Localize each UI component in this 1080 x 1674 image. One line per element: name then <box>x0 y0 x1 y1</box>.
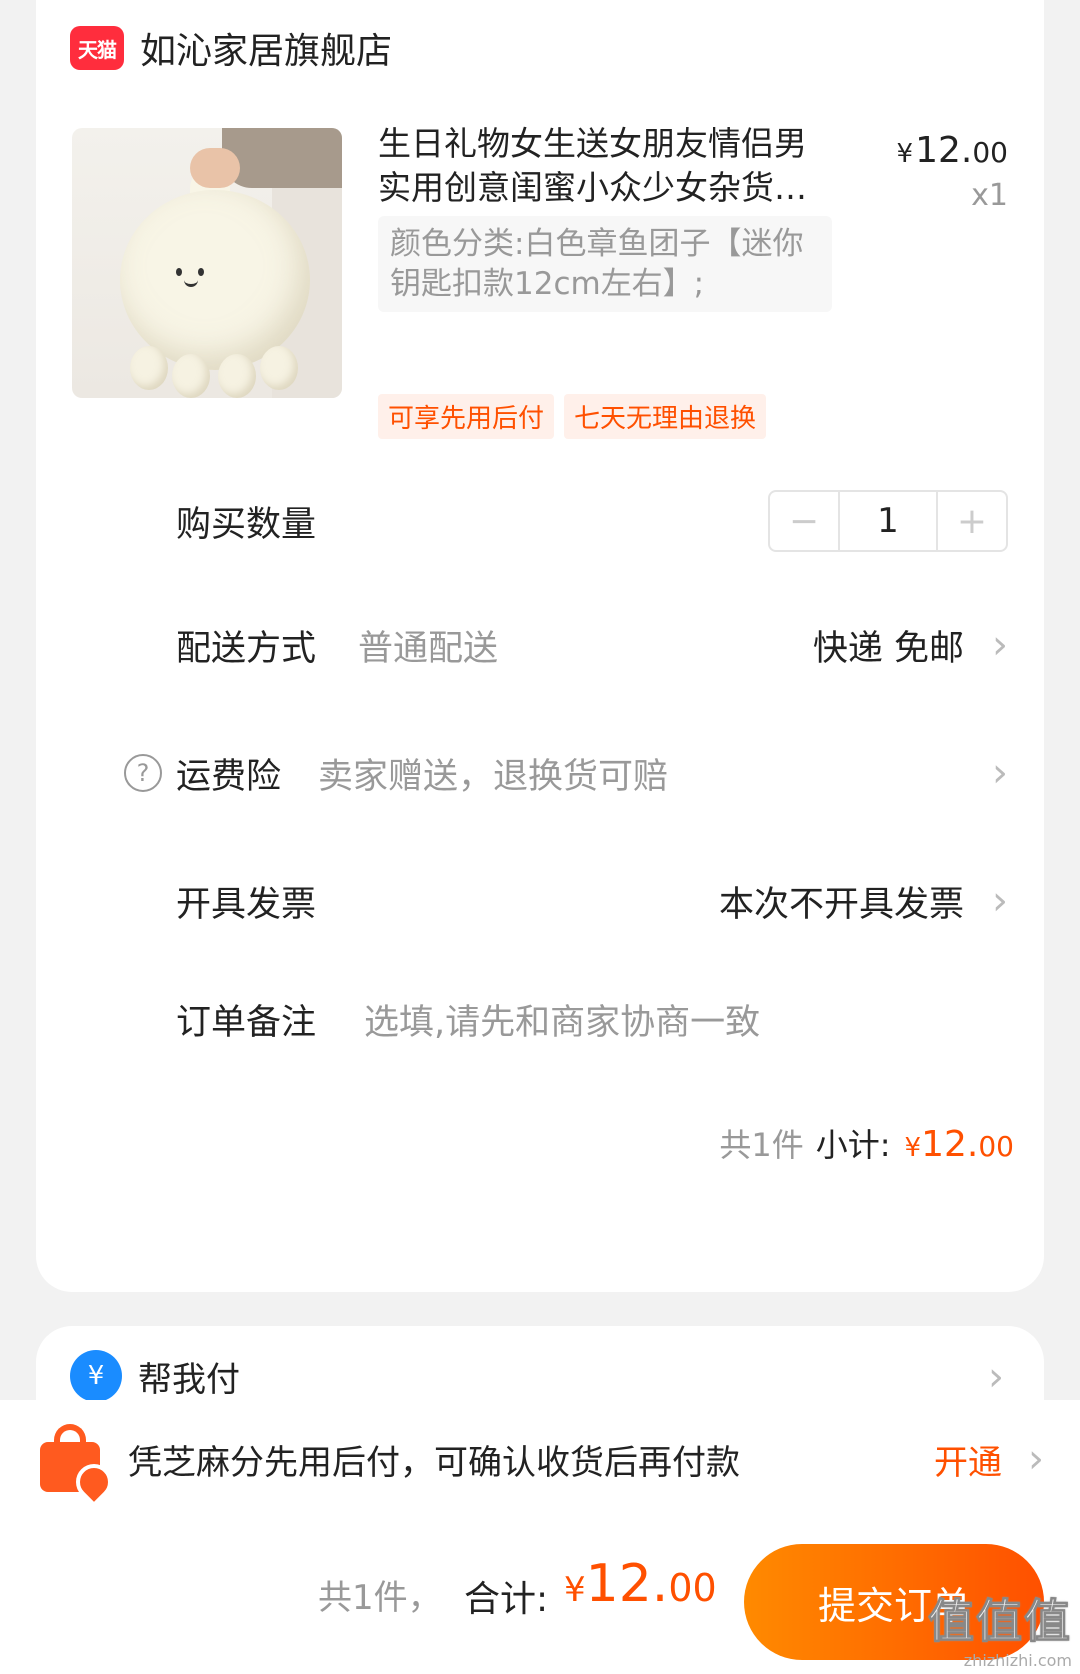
chevron-right-icon: › <box>1028 1436 1044 1482</box>
delivery-row[interactable]: 配送方式 普通配送 快递 免邮 › <box>176 610 1008 680</box>
invoice-value: 本次不开具发票 <box>718 884 964 925</box>
quantity-stepper[interactable]: − 1 + <box>768 490 1008 552</box>
note-row: 订单备注 选填,请先和商家协商一致 <box>176 984 1008 1054</box>
quantity-row: 购买数量 − 1 + <box>176 486 1008 556</box>
watermark: 值值值 zhizhizhi.com <box>928 1585 1073 1671</box>
total-count: 共1件， <box>318 1578 442 1618</box>
subtotal: 共1件 小计: ¥12.00 <box>719 1120 1014 1166</box>
increment-button[interactable]: + <box>938 492 1006 550</box>
delivery-label: 配送方式 <box>176 628 317 669</box>
chevron-right-icon: › <box>992 878 1008 924</box>
question-circle-icon[interactable]: ? <box>124 754 162 792</box>
decrement-button[interactable]: − <box>770 492 838 550</box>
store-header[interactable]: 天猫 如沁家居旗舰店 <box>70 18 392 78</box>
delivery-fee: 快递 免邮 <box>812 628 964 669</box>
order-card: 天猫 如沁家居旗舰店 生日礼物女生送女朋友情侣男实用创意闺蜜小众少女杂货… ¥1… <box>36 0 1044 1292</box>
tag-pay-later: 可享先用后付 <box>378 394 555 439</box>
chevron-right-icon: › <box>988 1354 1004 1400</box>
help-me-pay[interactable]: ¥ 帮我付 <box>70 1350 240 1402</box>
tag-seven-day-return: 七天无理由退换 <box>564 394 767 439</box>
chevron-right-icon: › <box>992 750 1008 796</box>
watermark-url: zhizhizhi.com <box>963 1651 1072 1670</box>
invoice-label: 开具发票 <box>176 884 317 925</box>
product-title[interactable]: 生日礼物女生送女朋友情侣男实用创意闺蜜小众少女杂货… <box>378 122 828 210</box>
subtotal-amount: ¥12.00 <box>904 1124 1014 1165</box>
pay-later-banner[interactable]: 凭芝麻分先用后付，可确认收货后再付款 开通 › <box>0 1400 1080 1518</box>
shopping-bag-icon <box>36 1424 120 1508</box>
price-decimal: 00 <box>972 136 1008 169</box>
checkout-footer: 共1件， 合计: ¥12.00 提交订单 值值值 zhizhizhi.com <box>0 1518 1080 1674</box>
invoice-row[interactable]: 开具发票 本次不开具发票 › <box>176 866 1008 936</box>
product-quantity: x1 <box>971 178 1008 213</box>
note-input[interactable]: 选填,请先和商家协商一致 <box>364 994 760 1045</box>
product-image[interactable] <box>72 128 342 398</box>
shipping-insurance-row[interactable]: ? 运费险 卖家赠送，退换货可赔 › <box>124 738 1008 808</box>
total-amount: ¥12.00 <box>564 1554 717 1614</box>
price-integer: 12. <box>915 130 973 171</box>
insurance-value: 卖家赠送，退换货可赔 <box>318 756 669 797</box>
product-price: ¥12.00 <box>897 130 1008 171</box>
alipay-icon: ¥ <box>70 1350 122 1402</box>
tmall-logo-icon: 天猫 <box>70 26 124 70</box>
service-tags: 可享先用后付 七天无理由退换 <box>378 394 767 439</box>
watermark-logo: 值值值 <box>928 1594 1072 1649</box>
delivery-value: 普通配送 <box>358 628 499 669</box>
pay-later-text: 凭芝麻分先用后付，可确认收货后再付款 <box>128 1442 740 1483</box>
help-me-pay-label: 帮我付 <box>138 1359 240 1400</box>
product-sku[interactable]: 颜色分类:白色章鱼团子【迷你钥匙扣款12cm左右】; <box>378 216 832 312</box>
note-label: 订单备注 <box>176 1002 317 1043</box>
chevron-right-icon: › <box>992 622 1008 668</box>
activate-button[interactable]: 开通 <box>934 1435 1002 1484</box>
quantity-value[interactable]: 1 <box>838 492 938 550</box>
total-label: 合计: <box>464 1579 549 1620</box>
subtotal-count: 共1件 <box>719 1126 804 1164</box>
subtotal-label: 小计: <box>815 1126 891 1164</box>
price-currency: ¥ <box>896 139 914 169</box>
store-name[interactable]: 如沁家居旗舰店 <box>140 22 392 74</box>
insurance-label: 运费险 <box>176 756 282 797</box>
quantity-label: 购买数量 <box>176 504 317 545</box>
